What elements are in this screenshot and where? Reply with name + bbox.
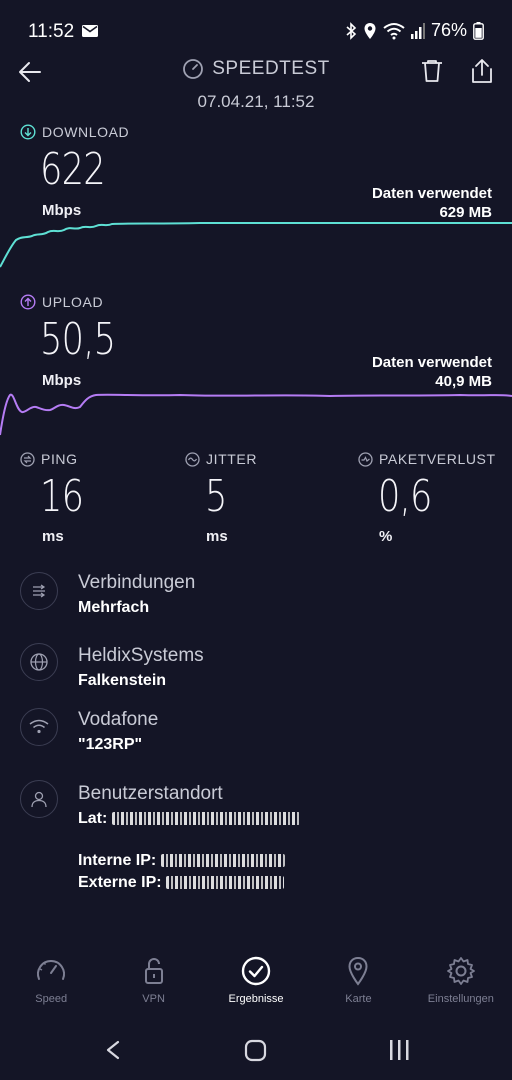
system-home-icon[interactable] [244,1039,267,1062]
redacted-internal-ip [160,854,285,868]
signal-icon [410,22,425,39]
nav-speed[interactable]: Speed [0,955,102,1015]
upload-label: UPLOAD [20,294,103,310]
nav-settings[interactable]: Einstellungen [410,955,512,1015]
delete-button[interactable] [419,58,445,84]
battery-percent: 76% [430,20,467,40]
server-value: Falkenstein [78,672,167,689]
download-graph [0,222,512,268]
latitude-row: Lat: [78,810,300,828]
test-datetime: 07.04.21, 11:52 [197,92,315,111]
location-icon-circle [20,780,58,818]
mail-icon [82,25,98,37]
ping-unit: ms [42,528,64,545]
jitter-unit: ms [206,528,228,545]
status-time: 11:52 [28,21,75,42]
location-title: Benutzerstandort [78,783,223,804]
nav-map[interactable]: Karte [307,955,409,1015]
external-ip-row: Externe IP: [78,874,285,892]
download-label: DOWNLOAD [20,124,129,140]
ping-value: 16 [40,471,84,522]
provider-icon-circle [20,708,58,746]
download-value: 622 [40,144,106,195]
speedometer-icon [183,59,204,79]
ping-label: PING [20,451,78,467]
bottom-navigation: Speed VPN Ergebnisse Karte Einstellungen [0,955,512,1015]
globe-icon [30,653,48,671]
gear-icon [446,957,475,985]
provider-value: "123RP" [78,736,143,753]
connections-title: Verbindungen [78,572,196,593]
packet-loss-unit: % [379,528,393,545]
gauge-icon [37,960,66,980]
packet-loss-label: PAKETVERLUST [358,451,496,467]
packet-loss-value: 0,6 [378,471,432,522]
status-icons: 76% [345,20,484,41]
bluetooth-icon [346,21,357,40]
system-back-icon[interactable] [106,1040,120,1060]
system-navigation [106,1039,409,1062]
system-recents-icon[interactable] [390,1040,409,1060]
page-title: SPEEDTEST [212,58,330,79]
connections-icon-circle [20,572,58,610]
jitter-value: 5 [205,471,227,522]
lock-icon [144,958,163,984]
jitter-label: JITTER [185,451,257,467]
server-title: HeldixSystems [78,645,204,666]
location-icon [364,22,376,39]
jitter-icon [185,451,200,467]
download-arrow-icon [20,124,36,140]
nav-results[interactable]: Ergebnisse [205,955,307,1015]
map-pin-icon [348,956,368,986]
packet-loss-icon [358,451,373,467]
internal-ip-row: Interne IP: [78,852,285,870]
check-circle-icon [241,956,271,986]
connections-value: Mehrfach [78,599,150,616]
wifi-icon [29,719,49,734]
upload-graph [0,393,512,436]
server-icon-circle [20,643,58,681]
ping-icon [20,451,35,467]
provider-title: Vodafone [78,709,159,730]
nav-vpn[interactable]: VPN [102,955,204,1015]
upload-arrow-icon [20,294,36,310]
share-button[interactable] [468,57,496,85]
connections-icon [33,584,46,598]
upload-value: 50,5 [40,314,116,365]
user-icon [31,791,47,808]
redacted-external-ip [166,876,285,890]
battery-icon [473,21,484,40]
wifi-status-icon [383,22,405,39]
redacted-coordinates [111,812,300,826]
